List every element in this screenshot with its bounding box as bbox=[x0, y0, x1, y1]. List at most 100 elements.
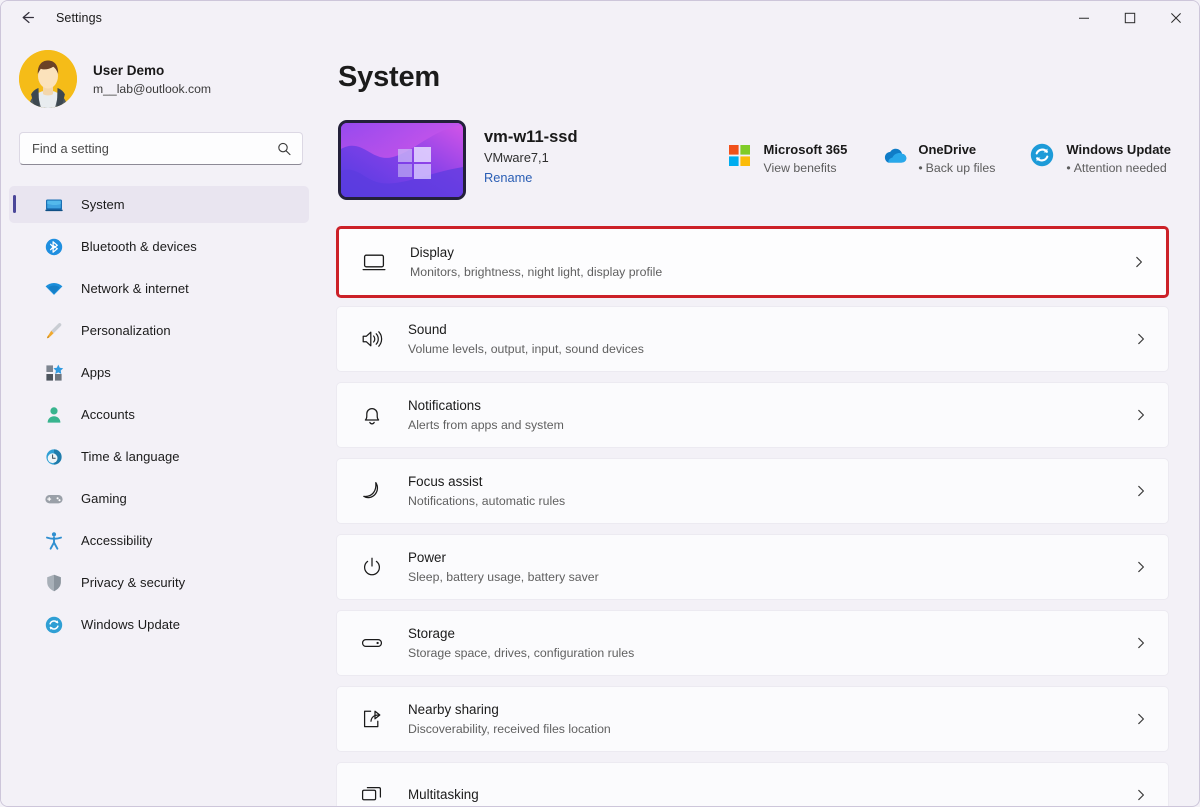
microsoft-365-icon bbox=[727, 142, 753, 168]
close-button[interactable] bbox=[1153, 1, 1199, 34]
accessibility-icon bbox=[43, 530, 65, 552]
settings-card-display[interactable]: Display Monitors, brightness, night ligh… bbox=[336, 226, 1169, 298]
settings-card-focus-assist[interactable]: Focus assist Notifications, automatic ru… bbox=[336, 458, 1169, 524]
sidebar-item-personalization[interactable]: Personalization bbox=[9, 312, 309, 349]
settings-card-title: Power bbox=[408, 550, 446, 565]
settings-card-sound[interactable]: Sound Volume levels, output, input, soun… bbox=[336, 306, 1169, 372]
sidebar-item-network-internet[interactable]: Network & internet bbox=[9, 270, 309, 307]
nearby-share-icon bbox=[357, 704, 387, 734]
settings-card-title: Multitasking bbox=[408, 787, 479, 802]
settings-card-subtitle: Monitors, brightness, night light, displ… bbox=[410, 265, 663, 279]
status-card-onedrive[interactable]: OneDrive • Back up files bbox=[881, 140, 995, 177]
sidebar-item-time-language[interactable]: Time & language bbox=[9, 438, 309, 475]
status-card-microsoft-365[interactable]: Microsoft 365 View benefits bbox=[727, 140, 848, 177]
sidebar-item-accounts[interactable]: Accounts bbox=[9, 396, 309, 433]
device-name: vm-w11-ssd bbox=[484, 128, 578, 146]
settings-card-subtitle: Volume levels, output, input, sound devi… bbox=[408, 342, 644, 356]
sidebar-item-bluetooth-devices[interactable]: Bluetooth & devices bbox=[9, 228, 309, 265]
paintbrush-icon bbox=[43, 320, 65, 342]
device-info: vm-w11-ssd VMware7,1 Rename bbox=[484, 120, 578, 188]
avatar bbox=[19, 50, 77, 108]
settings-card-subtitle: Discoverability, received files location bbox=[408, 722, 611, 736]
power-icon bbox=[357, 552, 387, 582]
settings-card-subtitle: Storage space, drives, configuration rul… bbox=[408, 646, 635, 660]
search-input[interactable] bbox=[32, 141, 276, 156]
settings-window: Settings User Demo m__lab@outlook.com Fi… bbox=[0, 0, 1200, 807]
chevron-right-icon bbox=[1130, 255, 1148, 269]
sidebar-item-label: System bbox=[81, 197, 125, 212]
back-button[interactable] bbox=[11, 2, 43, 34]
status-title: Microsoft 365 bbox=[763, 142, 848, 157]
status-subtitle: View benefits bbox=[763, 161, 837, 175]
sidebar-item-label: Time & language bbox=[81, 449, 180, 464]
title-bar: Settings bbox=[1, 1, 1199, 34]
settings-card-power[interactable]: Power Sleep, battery usage, battery save… bbox=[336, 534, 1169, 600]
sidebar-item-system[interactable]: System bbox=[9, 186, 309, 223]
speaker-icon bbox=[357, 324, 387, 354]
settings-card-title: Nearby sharing bbox=[408, 702, 499, 717]
sidebar-item-label: Bluetooth & devices bbox=[81, 239, 197, 254]
sidebar-item-label: Accessibility bbox=[81, 533, 153, 548]
settings-card-storage[interactable]: Storage Storage space, drives, configura… bbox=[336, 610, 1169, 676]
settings-card-multitasking[interactable]: Multitasking bbox=[336, 762, 1169, 806]
shield-icon bbox=[43, 572, 65, 594]
settings-card-notifications[interactable]: Notifications Alerts from apps and syste… bbox=[336, 382, 1169, 448]
sidebar: User Demo m__lab@outlook.com Find a sett… bbox=[1, 34, 321, 806]
device-wallpaper-thumbnail bbox=[338, 120, 466, 200]
settings-card-subtitle: Alerts from apps and system bbox=[408, 418, 564, 432]
sidebar-item-apps[interactable]: Apps bbox=[9, 354, 309, 391]
sidebar-item-gaming[interactable]: Gaming bbox=[9, 480, 309, 517]
search-box[interactable] bbox=[19, 132, 303, 165]
chevron-right-icon bbox=[1132, 332, 1150, 346]
maximize-button[interactable] bbox=[1107, 1, 1153, 34]
chevron-right-icon bbox=[1132, 712, 1150, 726]
sidebar-item-accessibility[interactable]: Accessibility bbox=[9, 522, 309, 559]
sidebar-item-label: Gaming bbox=[81, 491, 127, 506]
close-icon bbox=[1171, 12, 1181, 23]
user-avatar-icon bbox=[19, 50, 77, 108]
bluetooth-icon bbox=[43, 236, 65, 258]
sidebar-item-label: Accounts bbox=[81, 407, 135, 422]
settings-card-title: Display bbox=[410, 245, 454, 260]
clock-icon bbox=[43, 446, 65, 468]
sidebar-item-windows-update[interactable]: Windows Update bbox=[9, 606, 309, 643]
sidebar-item-privacy-security[interactable]: Privacy & security bbox=[9, 564, 309, 601]
moon-icon bbox=[357, 476, 387, 506]
chevron-right-icon bbox=[1132, 408, 1150, 422]
multitasking-icon bbox=[357, 780, 387, 806]
chevron-right-icon bbox=[1132, 560, 1150, 574]
settings-card-title: Sound bbox=[408, 322, 447, 337]
sidebar-item-label: Windows Update bbox=[81, 617, 180, 632]
status-card-windows-update[interactable]: Windows Update • Attention needed bbox=[1029, 140, 1171, 177]
status-title: Windows Update bbox=[1066, 142, 1171, 157]
account-name: User Demo bbox=[93, 62, 165, 78]
update-icon bbox=[43, 614, 65, 636]
settings-list: Display Monitors, brightness, night ligh… bbox=[336, 226, 1191, 806]
account-block[interactable]: User Demo m__lab@outlook.com bbox=[1, 34, 309, 110]
settings-card-subtitle: Sleep, battery usage, battery saver bbox=[408, 570, 599, 584]
device-header: vm-w11-ssd VMware7,1 Rename Microsoft 36… bbox=[336, 120, 1191, 200]
minimize-icon bbox=[1079, 17, 1089, 19]
system-icon bbox=[43, 194, 65, 216]
content-area: User Demo m__lab@outlook.com Find a sett… bbox=[1, 34, 1199, 806]
page-title: System bbox=[338, 61, 440, 93]
gamepad-icon bbox=[43, 488, 65, 510]
rename-link[interactable]: Rename bbox=[484, 168, 532, 188]
chevron-right-icon bbox=[1132, 484, 1150, 498]
settings-card-subtitle: Notifications, automatic rules bbox=[408, 494, 566, 508]
wifi-icon bbox=[43, 278, 65, 300]
status-subtitle: • Back up files bbox=[918, 161, 996, 175]
status-cards: Microsoft 365 View benefits OneDrive • B… bbox=[727, 120, 1191, 177]
settings-card-title: Storage bbox=[408, 626, 455, 641]
sidebar-item-label: Apps bbox=[81, 365, 111, 380]
account-email: m__lab@outlook.com bbox=[93, 81, 212, 96]
device-model: VMware7,1 bbox=[484, 150, 549, 165]
person-icon bbox=[43, 404, 65, 426]
app-title: Settings bbox=[56, 10, 102, 25]
settings-card-nearby-sharing[interactable]: Nearby sharing Discoverability, received… bbox=[336, 686, 1169, 752]
status-title: OneDrive bbox=[918, 142, 977, 157]
minimize-button[interactable] bbox=[1061, 1, 1107, 34]
chevron-right-icon bbox=[1132, 788, 1150, 802]
windows-update-icon bbox=[1029, 142, 1055, 168]
back-arrow-icon bbox=[22, 11, 34, 24]
